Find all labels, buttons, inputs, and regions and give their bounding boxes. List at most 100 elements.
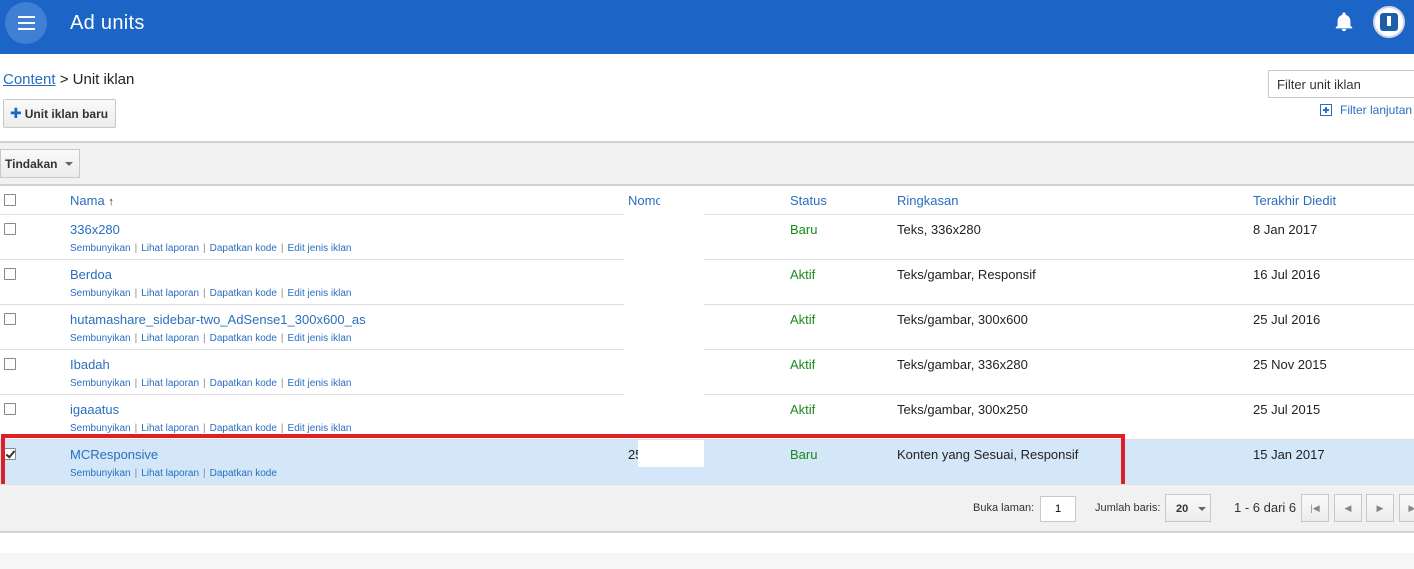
summary-text: Teks/gambar, 300x250 — [897, 402, 1028, 417]
ad-unit-name-link[interactable]: Ibadah — [70, 357, 110, 372]
get-code-link[interactable]: Dapatkan kode — [210, 423, 277, 434]
get-code-link[interactable]: Dapatkan kode — [210, 333, 277, 344]
last-edited-date: 15 Jan 2017 — [1253, 447, 1325, 462]
last-edited-date: 25 Nov 2015 — [1253, 357, 1327, 372]
row-checkbox[interactable] — [4, 223, 16, 235]
view-report-link[interactable]: Lihat laporan — [141, 468, 199, 479]
get-code-link[interactable]: Dapatkan kode — [210, 243, 277, 254]
select-all-checkbox[interactable] — [4, 194, 16, 206]
previous-page-icon[interactable]: ◀ — [1334, 494, 1362, 522]
page-bottom-strip — [0, 553, 1414, 569]
column-header-summary[interactable]: Ringkasan — [897, 193, 958, 208]
ad-unit-name-link[interactable]: hutamashare_sidebar-two_AdSense1_300x600… — [70, 312, 366, 327]
row-checkbox[interactable] — [4, 268, 16, 280]
column-header-status[interactable]: Status — [790, 193, 827, 208]
hide-link[interactable]: Sembunyikan — [70, 423, 131, 434]
hide-link[interactable]: Sembunyikan — [70, 333, 131, 344]
row-checkbox[interactable] — [4, 313, 16, 325]
actions-toolbar: Tindakan — [0, 141, 1414, 186]
row-action-links: Sembunyikan | Lihat laporan | Dapatkan kode |… — [70, 333, 352, 344]
rows-per-page-select[interactable]: 20 — [1165, 494, 1211, 522]
view-report-link[interactable]: Lihat laporan — [141, 378, 199, 389]
plus-icon: ✚ — [10, 105, 22, 121]
next-page-icon[interactable]: ▶ — [1366, 494, 1394, 522]
table-row[interactable]: igaaatus Sembunyikan | Lihat laporan | Dapatk… — [0, 394, 1414, 439]
status-text: Aktif — [790, 357, 816, 372]
redaction-mask — [660, 190, 694, 214]
hide-link[interactable]: Sembunyikan — [70, 288, 131, 299]
row-checkbox[interactable] — [4, 358, 16, 370]
row-checkbox[interactable] — [4, 403, 16, 415]
last-edited-date: 25 Jul 2015 — [1253, 402, 1321, 417]
column-header-number[interactable]: Nomo — [628, 193, 663, 208]
advanced-filter-label: Filter lanjutan — [1340, 103, 1413, 117]
breadcrumb: Content > Unit iklan — [3, 71, 134, 88]
new-ad-unit-label: Unit iklan baru — [24, 106, 109, 121]
account-logo-icon — [1380, 13, 1398, 31]
last-edited-date: 8 Jan 2017 — [1253, 222, 1318, 237]
row-action-links: Sembunyikan | Lihat laporan | Dapatkan kode |… — [70, 423, 352, 434]
rows-per-page-value: 20 — [1176, 503, 1189, 515]
hide-link[interactable]: Sembunyikan — [70, 243, 131, 254]
get-code-link[interactable]: Dapatkan kode — [210, 378, 277, 389]
summary-text: Konten yang Sesuai, Responsif — [897, 447, 1079, 462]
hide-link[interactable]: Sembunyikan — [70, 378, 131, 389]
view-report-link[interactable]: Lihat laporan — [141, 243, 199, 254]
first-page-icon[interactable]: |◀ — [1301, 494, 1329, 522]
breadcrumb-content-link[interactable]: Content — [3, 71, 56, 88]
page-number-input[interactable] — [1040, 496, 1076, 522]
hide-link[interactable]: Sembunyikan — [70, 468, 131, 479]
breadcrumb-current: Unit iklan — [72, 71, 135, 88]
status-text: Baru — [790, 447, 818, 462]
status-text: Aktif — [790, 267, 816, 282]
actions-label: Tindakan — [5, 156, 58, 171]
get-code-link[interactable]: Dapatkan kode — [210, 288, 277, 299]
actions-dropdown-button[interactable]: Tindakan — [0, 149, 81, 178]
row-checkbox[interactable] — [4, 448, 16, 460]
last-edited-date: 25 Jul 2016 — [1253, 312, 1321, 327]
edit-ad-type-link[interactable]: Edit jenis iklan — [288, 243, 352, 254]
ad-unit-name-link[interactable]: igaaatus — [70, 402, 119, 417]
column-header-name[interactable]: Nama ↑ — [70, 193, 114, 208]
table-row[interactable]: Ibadah Sembunyikan | Lihat laporan | Dapatkan… — [0, 349, 1414, 394]
notifications-bell-icon[interactable] — [1333, 11, 1355, 33]
view-report-link[interactable]: Lihat laporan — [141, 333, 199, 344]
status-text: Aktif — [790, 402, 816, 417]
pagination-bar: Buka laman: Jumlah baris: 20 1 - 6 dari … — [0, 484, 1414, 533]
top-app-bar: Ad units — [0, 0, 1414, 54]
summary-text: Teks/gambar, 336x280 — [897, 357, 1028, 372]
summary-text: Teks/gambar, 300x600 — [897, 312, 1028, 327]
advanced-filter-link[interactable]: Filter lanjutan — [1320, 103, 1412, 117]
summary-text: Teks, 336x280 — [897, 222, 981, 237]
edit-ad-type-link[interactable]: Edit jenis iklan — [288, 288, 352, 299]
rows-label: Jumlah baris: — [1095, 502, 1161, 514]
edit-ad-type-link[interactable]: Edit jenis iklan — [288, 333, 352, 344]
view-report-link[interactable]: Lihat laporan — [141, 423, 199, 434]
row-action-links: Sembunyikan | Lihat laporan | Dapatkan kode |… — [70, 288, 352, 299]
new-ad-unit-button[interactable]: ✚ Unit iklan baru — [3, 99, 117, 128]
breadcrumb-separator: > — [59, 71, 69, 88]
menu-icon[interactable] — [5, 2, 47, 44]
row-action-links: Sembunyikan | Lihat laporan | Dapatkan kode — [70, 468, 277, 479]
last-page-icon[interactable]: ▶| — [1399, 494, 1414, 522]
column-header-last-edited[interactable]: Terakhir Diedit — [1253, 193, 1336, 208]
ad-unit-name-link[interactable]: MCResponsive — [70, 447, 158, 462]
last-edited-date: 16 Jul 2016 — [1253, 267, 1321, 282]
table-row[interactable]: 336x280 Sembunyikan | Lihat laporan | Dapatka… — [0, 214, 1414, 259]
sort-ascending-icon: ↑ — [108, 196, 114, 208]
page-label: Buka laman: — [973, 502, 1035, 514]
view-report-link[interactable]: Lihat laporan — [141, 288, 199, 299]
summary-text: Teks/gambar, Responsif — [897, 267, 1036, 282]
filter-ad-units-input[interactable] — [1268, 70, 1414, 98]
chevron-down-icon — [65, 161, 74, 166]
table-row[interactable]: MCResponsive Sembunyikan | Lihat laporan | Da… — [0, 439, 1414, 484]
ad-unit-name-link[interactable]: Berdoa — [70, 267, 112, 282]
table-row[interactable]: Berdoa Sembunyikan | Lihat laporan | Dapatkan… — [0, 259, 1414, 304]
edit-ad-type-link[interactable]: Edit jenis iklan — [288, 423, 352, 434]
redaction-mask — [638, 440, 704, 467]
ad-unit-name-link[interactable]: 336x280 — [70, 222, 120, 237]
edit-ad-type-link[interactable]: Edit jenis iklan — [288, 378, 352, 389]
account-avatar[interactable] — [1373, 6, 1405, 38]
get-code-link[interactable]: Dapatkan kode — [210, 468, 277, 479]
table-row[interactable]: hutamashare_sidebar-two_AdSense1_300x600… — [0, 304, 1414, 349]
